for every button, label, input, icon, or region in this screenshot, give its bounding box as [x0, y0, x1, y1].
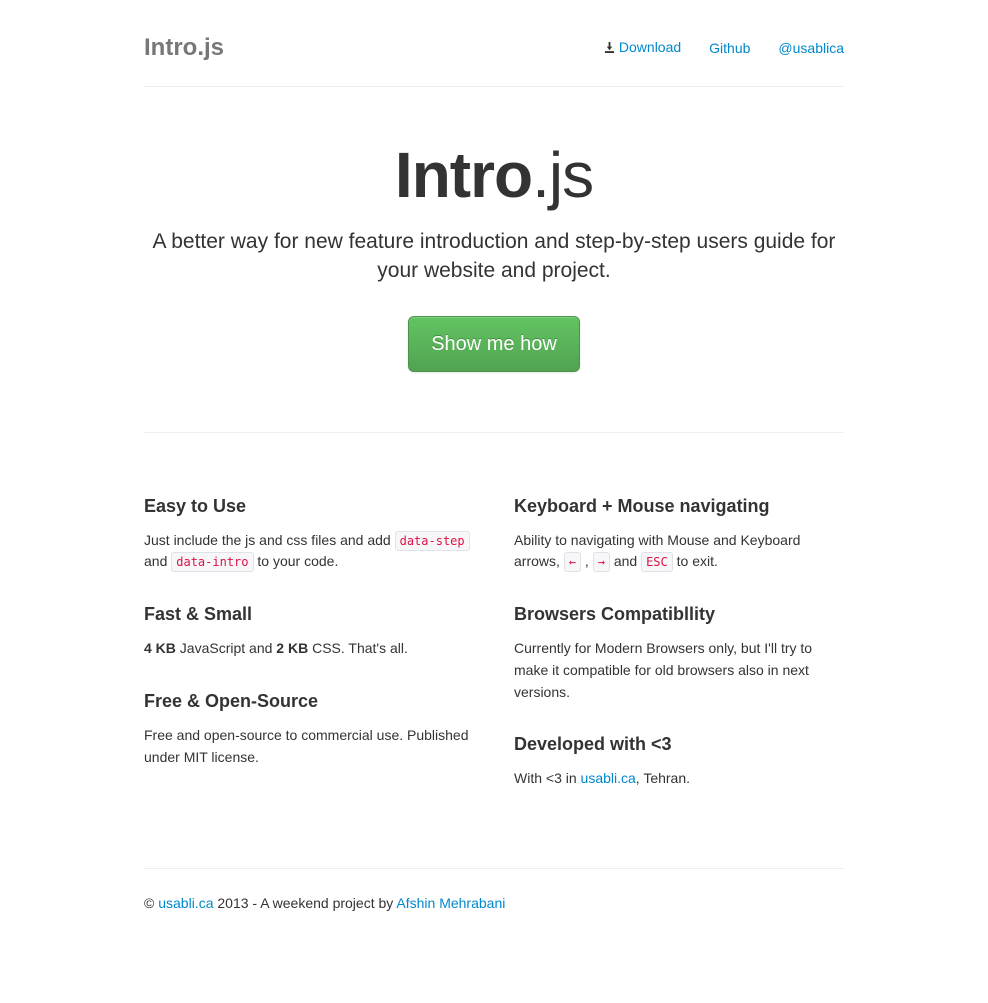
- feature-title: Easy to Use: [144, 493, 474, 520]
- github-link[interactable]: Github: [709, 38, 750, 59]
- hero-tagline: A better way for new feature introductio…: [144, 227, 844, 286]
- footer: © usabli.ca 2013 - A weekend project by …: [144, 869, 844, 914]
- footer-usablica-link[interactable]: usabli.ca: [158, 895, 213, 911]
- code-esc: ESC: [641, 552, 673, 572]
- code-left-arrow: ←: [564, 552, 581, 572]
- feature-easy: Easy to Use Just include the js and css …: [144, 493, 474, 573]
- feature-text: Just include the js and css files and ad…: [144, 530, 474, 573]
- code-data-step: data-step: [395, 531, 470, 551]
- download-icon: [604, 38, 615, 59]
- feature-browsers: Browsers Compatibllity Currently for Mod…: [514, 601, 844, 703]
- header: Intro.js Download Github @usablica: [144, 30, 844, 86]
- code-data-intro: data-intro: [171, 552, 253, 572]
- nav: Download Github @usablica: [604, 37, 844, 59]
- download-link[interactable]: Download: [604, 37, 681, 59]
- footer-author-link[interactable]: Afshin Mehrabani: [396, 895, 505, 911]
- code-right-arrow: →: [593, 552, 610, 572]
- feature-text: Ability to navigating with Mouse and Key…: [514, 530, 844, 573]
- download-label: Download: [619, 39, 681, 55]
- features-right-column: Keyboard + Mouse navigating Ability to n…: [514, 493, 844, 818]
- feature-free: Free & Open-Source Free and open-source …: [144, 688, 474, 768]
- features: Easy to Use Just include the js and css …: [144, 433, 844, 868]
- feature-title: Developed with <3: [514, 731, 844, 758]
- feature-fast: Fast & Small 4 KB JavaScript and 2 KB CS…: [144, 601, 474, 660]
- feature-text: With <3 in usabli.ca, Tehran.: [514, 768, 844, 790]
- feature-title: Fast & Small: [144, 601, 474, 628]
- usablica-link[interactable]: usabli.ca: [581, 770, 636, 786]
- feature-text: Free and open-source to commercial use. …: [144, 725, 474, 768]
- feature-keyboard: Keyboard + Mouse navigating Ability to n…: [514, 493, 844, 573]
- feature-title: Keyboard + Mouse navigating: [514, 493, 844, 520]
- feature-title: Browsers Compatibllity: [514, 601, 844, 628]
- hero: Intro.js A better way for new feature in…: [144, 87, 844, 432]
- feature-title: Free & Open-Source: [144, 688, 474, 715]
- feature-developed: Developed with <3 With <3 in usabli.ca, …: [514, 731, 844, 790]
- hero-title: Intro.js: [144, 143, 844, 207]
- feature-text: 4 KB JavaScript and 2 KB CSS. That's all…: [144, 638, 474, 660]
- show-me-how-button[interactable]: Show me how: [408, 316, 580, 372]
- twitter-link[interactable]: @usablica: [778, 38, 844, 59]
- brand-title: Intro.js: [144, 30, 224, 66]
- feature-text: Currently for Modern Browsers only, but …: [514, 638, 844, 703]
- footer-text: © usabli.ca 2013 - A weekend project by …: [144, 893, 844, 914]
- features-left-column: Easy to Use Just include the js and css …: [144, 493, 474, 818]
